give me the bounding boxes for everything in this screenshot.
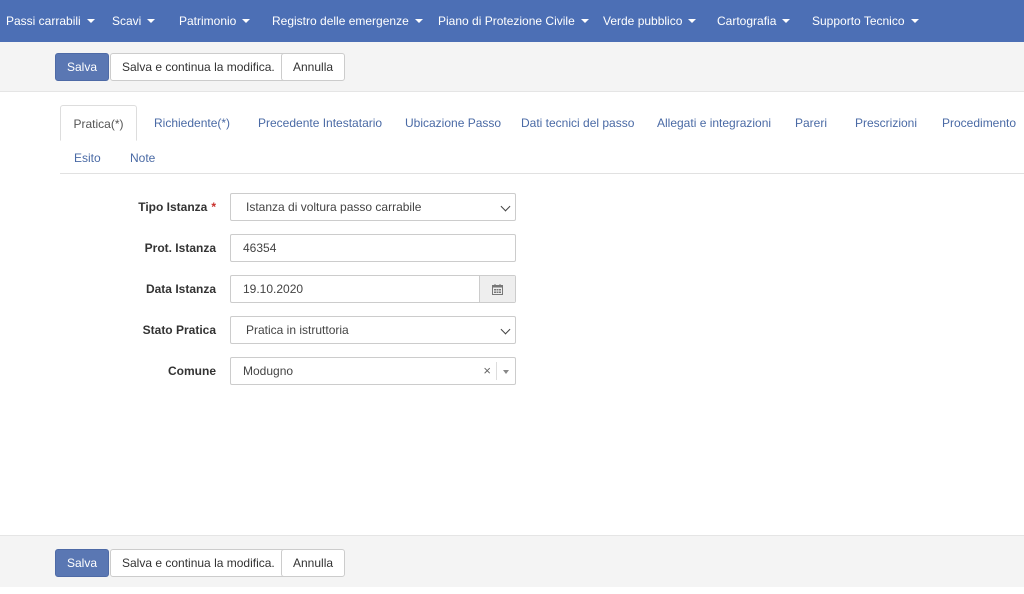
form-row-tipo-istanza: Tipo Istanza * Istanza di voltura passo c… [0, 193, 1024, 221]
nav-item-label: Patrimonio [179, 14, 237, 28]
nav-item-label: Verde pubblico [603, 14, 683, 28]
nav-item-label: Piano di Protezione Civile [438, 14, 575, 28]
caret-down-icon [782, 19, 791, 23]
nav-item-label: Cartografia [717, 14, 777, 28]
stato-pratica-label: Stato Pratica [142, 323, 216, 337]
tab-procedimento[interactable]: Procedimento [942, 116, 1016, 130]
tipo-istanza-value: Istanza di voltura passo carrabile [246, 200, 422, 214]
nav-item-label: Passi carrabili [6, 14, 81, 28]
tab-pareri[interactable]: Pareri [795, 116, 827, 130]
comune-select[interactable]: Modugno × [230, 357, 516, 385]
nav-item-registro-emergenze[interactable]: Registro delle emergenze [272, 0, 423, 42]
tipo-istanza-select[interactable]: Istanza di voltura passo carrabile [230, 193, 516, 221]
data-istanza-input[interactable]: 19.10.2020 [230, 275, 516, 303]
bottom-action-bar: Salva Salva e continua la modifica. Annu… [0, 535, 1024, 587]
tab-note[interactable]: Note [130, 151, 155, 165]
chevron-down-icon [500, 324, 511, 335]
form-row-stato-pratica: Stato Pratica Pratica in istruttoria [0, 316, 1024, 344]
separator [496, 362, 497, 380]
tab-ubicazione-passo[interactable]: Ubicazione Passo [405, 116, 501, 130]
nav-item-patrimonio[interactable]: Patrimonio [179, 0, 251, 42]
top-action-bar: Salva Salva e continua la modifica. Annu… [0, 42, 1024, 92]
prot-istanza-value: 46354 [243, 241, 277, 255]
caret-down-icon [86, 19, 95, 23]
stato-pratica-select[interactable]: Pratica in istruttoria [230, 316, 516, 344]
clear-icon[interactable]: × [483, 358, 491, 384]
tab-precedente-intestatario[interactable]: Precedente Intestatario [258, 116, 382, 130]
nav-item-label: Supporto Tecnico [812, 14, 905, 28]
data-istanza-value: 19.10.2020 [243, 282, 304, 296]
tipo-istanza-label: Tipo Istanza * [0, 193, 216, 221]
nav-item-verde-pubblico[interactable]: Verde pubblico [603, 0, 697, 42]
save-and-continue-button-bottom[interactable]: Salva e continua la modifica. [110, 549, 287, 577]
nav-item-passi-carrabili[interactable]: Passi carrabili [6, 0, 95, 42]
nav-item-supporto-tecnico[interactable]: Supporto Tecnico [812, 0, 919, 42]
nav-item-protezione-civile[interactable]: Piano di Protezione Civile [438, 0, 589, 42]
tab-esito[interactable]: Esito [74, 151, 101, 165]
nav-item-label: Registro delle emergenze [272, 14, 409, 28]
form-row-prot-istanza: Prot. Istanza 46354 [0, 234, 1024, 262]
caret-down-icon [580, 19, 589, 23]
chevron-down-icon [500, 201, 511, 212]
nav-item-scavi[interactable]: Scavi [112, 0, 156, 42]
tipo-istanza-label-text: Tipo Istanza [138, 200, 208, 214]
nav-item-cartografia[interactable]: Cartografia [717, 0, 791, 42]
caret-down-icon [242, 19, 251, 23]
prot-istanza-input[interactable]: 46354 [230, 234, 516, 262]
calendar-button[interactable] [479, 276, 515, 302]
caret-down-icon [414, 19, 423, 23]
form-tabs: Pratica(*) Richiedente(*) Precedente Int… [60, 104, 1024, 174]
form-row-data-istanza: Data Istanza 19.10.2020 [0, 275, 1024, 303]
tab-dati-tecnici[interactable]: Dati tecnici del passo [521, 116, 634, 130]
caret-down-icon [147, 19, 156, 23]
data-istanza-label: Data Istanza [145, 282, 216, 296]
calendar-icon [492, 283, 503, 295]
tab-prescrizioni[interactable]: Prescrizioni [855, 116, 917, 130]
required-marker: * [211, 200, 216, 214]
save-button-bottom[interactable]: Salva [55, 549, 110, 577]
comune-value: Modugno [243, 364, 294, 378]
stato-pratica-value: Pratica in istruttoria [246, 323, 349, 337]
caret-down-icon [688, 19, 697, 23]
form-row-comune: Comune Modugno × [0, 357, 1024, 385]
nav-item-label: Scavi [112, 14, 142, 28]
chevron-down-icon[interactable] [503, 370, 509, 374]
caret-down-icon [910, 19, 919, 23]
save-and-continue-button[interactable]: Salva e continua la modifica. [110, 53, 287, 81]
cancel-button[interactable]: Annulla [281, 53, 346, 81]
save-button[interactable]: Salva [55, 53, 110, 81]
tab-pratica[interactable]: Pratica(*) [60, 105, 137, 141]
top-navbar: Passi carrabili Scavi Patrimonio Registr… [0, 0, 1024, 42]
prot-istanza-label: Prot. Istanza [144, 241, 216, 255]
tab-allegati[interactable]: Allegati e integrazioni [657, 116, 771, 130]
comune-label: Comune [168, 364, 216, 378]
tab-richiedente[interactable]: Richiedente(*) [154, 116, 230, 130]
cancel-button-bottom[interactable]: Annulla [281, 549, 346, 577]
